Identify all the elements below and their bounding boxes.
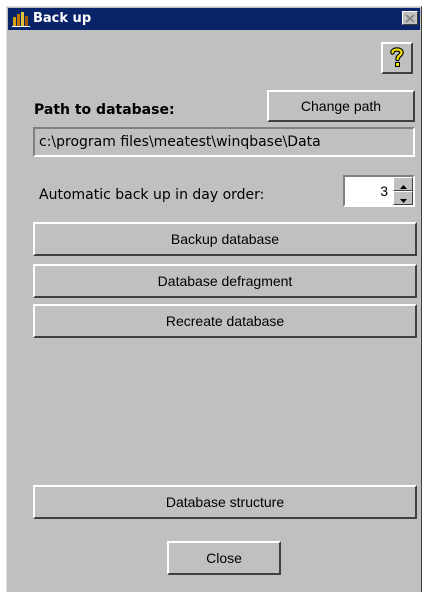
close-button[interactable]: Close — [167, 541, 281, 575]
database-structure-button[interactable]: Database structure — [33, 485, 417, 519]
window-title: Back up — [33, 11, 92, 26]
change-path-button[interactable]: Change path — [267, 90, 415, 122]
auto-backup-value[interactable]: 3 — [345, 177, 391, 205]
window-close-button[interactable] — [402, 11, 418, 25]
backup-window: Back up Path to database: Change path c:… — [6, 6, 422, 592]
auto-backup-label: Automatic back up in day order: — [39, 187, 265, 203]
chart-bars-icon — [12, 11, 30, 27]
close-icon — [405, 11, 415, 26]
auto-backup-spinner[interactable]: 3 — [343, 175, 415, 207]
arrow-down-icon — [399, 191, 407, 206]
recreate-database-button[interactable]: Recreate database — [33, 304, 417, 338]
database-path-field: c:\program files\meatest\winqbase\Data — [33, 127, 415, 157]
database-defragment-button[interactable]: Database defragment — [33, 264, 417, 298]
backup-database-button[interactable]: Backup database — [33, 222, 417, 256]
title-bar[interactable]: Back up — [8, 8, 420, 30]
help-question-icon — [389, 46, 405, 71]
path-to-database-label: Path to database: — [34, 102, 175, 118]
arrow-up-icon — [399, 177, 407, 192]
spinner-up-button[interactable] — [393, 177, 413, 191]
help-button[interactable] — [381, 42, 413, 74]
spinner-down-button[interactable] — [393, 191, 413, 205]
